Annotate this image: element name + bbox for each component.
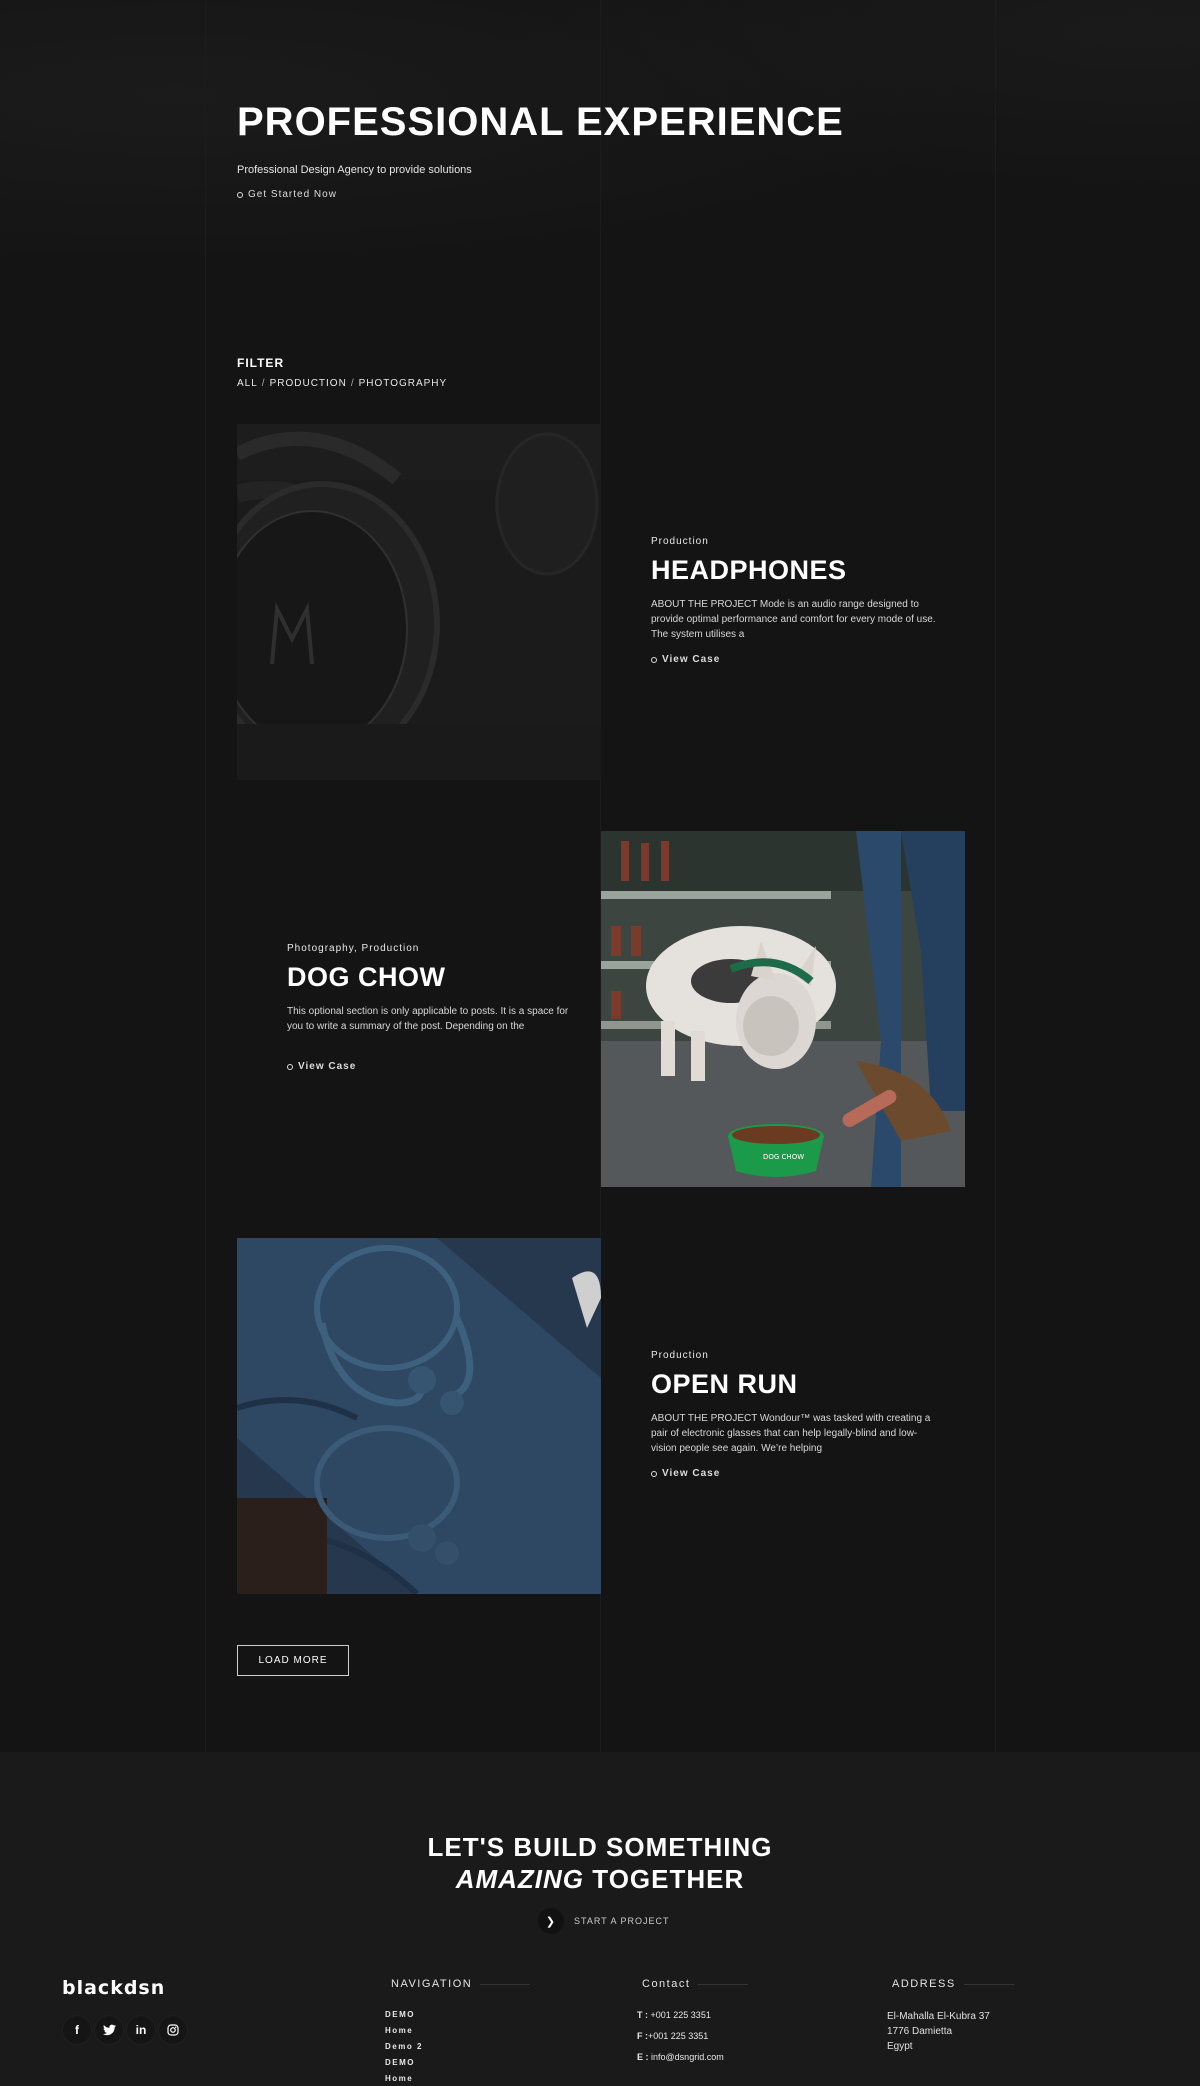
fax-value: +001 225 3351 <box>648 2031 709 2041</box>
footer-nav-item[interactable]: Home <box>385 2073 423 2084</box>
bone-conduction-headphones-image[interactable] <box>237 1238 601 1594</box>
filter-all[interactable]: ALL <box>237 378 258 389</box>
view-case-link[interactable]: View Case <box>287 1061 356 1072</box>
filter-separator: / <box>350 378 355 389</box>
fax-label: F : <box>637 2031 648 2041</box>
project-category: Production <box>651 536 709 547</box>
footer-nav-item[interactable]: DEMO <box>385 2057 423 2068</box>
hero-subtitle: Professional Design Agency to provide so… <box>237 164 472 176</box>
linkedin-icon[interactable]: in <box>126 2015 156 2045</box>
project-category: Production <box>651 1350 709 1361</box>
grid-line <box>205 0 206 1752</box>
filter-separator: / <box>261 378 266 389</box>
facebook-icon[interactable]: f <box>62 2015 92 2045</box>
page-title: PROFESSIONAL EXPERIENCE <box>237 100 844 144</box>
project-description: ABOUT THE PROJECT Wondour™ was tasked wi… <box>651 1413 931 1454</box>
divider <box>963 1983 1014 1985</box>
footer: LET'S BUILD SOMETHING AMAZING TOGETHER ❯… <box>0 1752 1200 2086</box>
filter-production[interactable]: PRODUCTION <box>270 378 347 389</box>
address-line: 1776 Damietta <box>887 2026 953 2037</box>
footer-nav-item[interactable]: Demo 2 <box>385 2041 423 2052</box>
contact-title: Contact <box>642 1978 749 1990</box>
view-case-link[interactable]: View Case <box>651 654 720 665</box>
phone-label: T : <box>637 2010 648 2020</box>
twitter-icon[interactable] <box>94 2015 124 2045</box>
contact-title-label: Contact <box>642 1978 691 1990</box>
footer-nav-item[interactable]: Home <box>385 2025 423 2036</box>
cta-heading-rest: TOGETHER <box>592 1864 745 1894</box>
page: PROFESSIONAL EXPERIENCE Professional Des… <box>0 0 1200 2086</box>
footer-nav-item[interactable]: DEMO <box>385 2009 423 2020</box>
address-title-label: ADDRESS <box>892 1978 956 1990</box>
headphones-icon <box>237 424 601 780</box>
load-more-button[interactable]: LOAD MORE <box>237 1645 349 1676</box>
get-started-label: Get Started Now <box>248 189 337 200</box>
get-started-link[interactable]: Get Started Now <box>237 189 337 200</box>
navigation-title: NAVIGATION <box>391 1978 531 1990</box>
email-value: info@dsngrid.com <box>651 2052 724 2062</box>
cta-emphasis: AMAZING <box>455 1864 585 1894</box>
phone-value: +001 225 3351 <box>650 2010 711 2020</box>
contact-fax[interactable]: F :+001 225 3351 <box>637 2030 724 2043</box>
start-project-link[interactable]: ❯ START A PROJECT <box>538 1908 670 1934</box>
instagram-icon[interactable] <box>158 2015 188 2045</box>
filter-list: ALL / PRODUCTION / PHOTOGRAPHY <box>237 378 447 389</box>
contact-phone[interactable]: T : +001 225 3351 <box>637 2009 724 2022</box>
project-description: This optional section is only applicable… <box>287 1006 569 1032</box>
bowl-label: DOG CHOW <box>763 1153 804 1161</box>
social-links: f in <box>62 2015 188 2045</box>
start-project-label: START A PROJECT <box>574 1916 670 1926</box>
email-label: E : <box>637 2052 649 2062</box>
circle-icon <box>237 191 243 198</box>
divider <box>480 1983 531 1985</box>
project-title[interactable]: OPEN RUN <box>651 1369 798 1400</box>
circle-icon <box>651 656 657 663</box>
dog-image[interactable]: DOG CHOW <box>601 831 965 1187</box>
filter-photography[interactable]: PHOTOGRAPHY <box>359 378 448 389</box>
navigation-title-label: NAVIGATION <box>391 1978 473 1990</box>
twitter-bird-icon <box>102 2024 116 2036</box>
address-line: Egypt <box>887 2041 913 2052</box>
divider <box>698 1983 749 1985</box>
address-title: ADDRESS <box>892 1978 1014 1990</box>
cta-heading-line1: LET'S BUILD SOMETHING <box>427 1832 773 1862</box>
project-category: Photography, Production <box>287 943 420 954</box>
view-case-label: View Case <box>662 654 721 665</box>
circle-icon <box>287 1063 293 1070</box>
footer-nav: DEMO Home Demo 2 DEMO Home <box>385 2009 423 2084</box>
brand-logo[interactable]: blackdsn <box>62 1977 165 1999</box>
view-case-label: View Case <box>662 1468 721 1479</box>
open-run-headphones-icon <box>237 1238 601 1594</box>
view-case-link[interactable]: View Case <box>651 1468 720 1479</box>
project-description: ABOUT THE PROJECT Mode is an audio range… <box>651 599 936 640</box>
contact-email[interactable]: E : info@dsngrid.com <box>637 2051 724 2064</box>
cta-heading-line2: AMAZING TOGETHER <box>0 1864 1200 1895</box>
contact-list: T : +001 225 3351 F :+001 225 3351 E : i… <box>637 2009 724 2064</box>
instagram-glyph-icon <box>167 2024 179 2036</box>
address-block: El-Mahalla El-Kubra 37 1776 Damietta Egy… <box>887 2009 990 2054</box>
grid-line <box>995 0 996 1752</box>
filter-title: FILTER <box>237 356 285 370</box>
circle-icon <box>651 1470 657 1477</box>
chevron-right-icon: ❯ <box>538 1908 564 1934</box>
dog-icon: DOG CHOW <box>601 831 965 1187</box>
project-title[interactable]: HEADPHONES <box>651 555 847 586</box>
address-line: El-Mahalla El-Kubra 37 <box>887 2011 990 2022</box>
view-case-label: View Case <box>298 1061 357 1072</box>
project-title[interactable]: DOG CHOW <box>287 962 446 993</box>
headphones-image[interactable] <box>237 424 601 780</box>
